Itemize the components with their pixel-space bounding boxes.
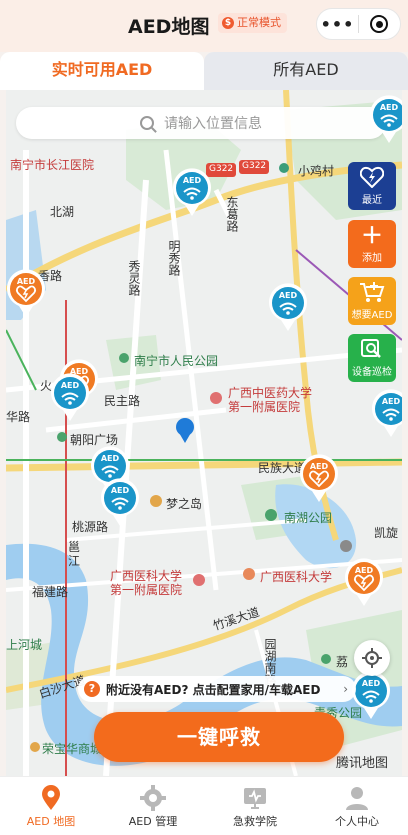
- miniprogram-capsule: •••: [316, 8, 401, 40]
- mode-icon: $: [222, 17, 234, 29]
- aed-marker-label: AED: [17, 277, 36, 286]
- heart-bolt-icon: [359, 166, 385, 191]
- gear-icon: [102, 783, 204, 813]
- academy-icon: [204, 783, 306, 813]
- aed-marker-label: AED: [61, 381, 80, 390]
- aed-marker-orange[interactable]: AED: [344, 557, 384, 607]
- map-label: 福建路: [32, 585, 69, 599]
- crosshair-icon: [362, 648, 382, 668]
- tab-bar: 实时可用AED 所有AED: [0, 52, 408, 90]
- highway-shield-label: G322: [209, 164, 234, 174]
- nav-item-aed-map[interactable]: AED 地图: [0, 783, 102, 829]
- highway-shield-label: G322: [242, 161, 267, 171]
- close-miniprogram-button[interactable]: [359, 15, 400, 33]
- map-label: 广西中医药大学 第一附属医院: [228, 386, 313, 414]
- bottom-nav: AED 地图 AED 管理 急救学院 个人中心: [0, 776, 408, 835]
- nav-label: AED 管理: [128, 815, 178, 828]
- map-label: 南宁市人民公园: [134, 354, 219, 368]
- aed-marker-orange[interactable]: AED: [6, 268, 46, 318]
- aed-marker-label: AED: [310, 462, 329, 471]
- search-icon: [140, 116, 154, 130]
- device-inspect-button[interactable]: 设备巡检: [348, 334, 396, 382]
- aed-marker-label: AED: [183, 176, 202, 185]
- map-label: 广西医科大学: [260, 570, 333, 584]
- tab-all-aed[interactable]: 所有AED: [204, 52, 408, 90]
- side-button-label: 添加: [362, 252, 382, 264]
- aed-marker-blue[interactable]: AED: [268, 282, 308, 332]
- map-label: 邕 江: [68, 540, 81, 568]
- map-label: 民主路: [104, 394, 141, 408]
- map-label: 北湖: [50, 205, 75, 219]
- nearest-aed-button[interactable]: 最近: [348, 162, 396, 210]
- map-label: 凯旋: [374, 526, 399, 540]
- nav-item-profile[interactable]: 个人中心: [306, 783, 408, 829]
- aed-marker-label: AED: [279, 291, 298, 300]
- inspect-icon: [360, 338, 384, 363]
- emergency-call-button[interactable]: 一键呼救: [94, 712, 344, 762]
- map-label: 荔: [336, 655, 349, 669]
- map-label: 南宁市长江医院: [10, 158, 95, 172]
- map-label: 广西医科大学 第一附属医院: [110, 569, 183, 597]
- aed-marker-label: AED: [380, 103, 399, 112]
- locate-me-button[interactable]: [354, 640, 390, 676]
- location-search-input[interactable]: 请输入位置信息: [16, 107, 386, 139]
- aed-marker-label: AED: [101, 454, 120, 463]
- aed-marker-label: AED: [355, 566, 374, 575]
- search-placeholder: 请输入位置信息: [164, 116, 262, 132]
- configure-home-aed-banner[interactable]: ? 附近没有AED? 点击配置家用/车载AED ›: [78, 676, 356, 702]
- map-label: 小鸡村: [298, 164, 335, 178]
- target-icon: [370, 15, 389, 33]
- cart-icon: [359, 281, 385, 306]
- aed-marker-label: AED: [382, 397, 401, 406]
- plus-icon: ＋: [360, 223, 383, 249]
- map-label: 东葛路: [225, 196, 239, 232]
- aed-marker-label: AED: [111, 486, 130, 495]
- page-title: AED地图: [128, 16, 210, 38]
- map-view[interactable]: 南宁市长江医院 小鸡村 G322 G322 北湖 东葛路 明秀路 秀灵路 香 路…: [6, 90, 402, 776]
- aed-marker-blue[interactable]: AED: [50, 372, 90, 422]
- map-label: 梦之岛: [166, 497, 203, 511]
- nav-label: 急救学院: [233, 815, 277, 828]
- more-menu-button[interactable]: •••: [317, 15, 358, 34]
- nav-label: AED 地图: [26, 815, 76, 828]
- map-label: 南湖公园: [284, 511, 333, 525]
- nav-label: 个人中心: [335, 815, 379, 828]
- map-label: 秀灵路: [127, 260, 141, 296]
- map-label: 路: [50, 269, 63, 283]
- map-label: 华路: [6, 410, 31, 424]
- tab-realtime-aed[interactable]: 实时可用AED: [0, 52, 204, 90]
- map-label: 上河城: [6, 638, 43, 652]
- nav-item-aed-manage[interactable]: AED 管理: [102, 783, 204, 829]
- add-aed-button[interactable]: ＋ 添加: [348, 220, 396, 268]
- side-button-label: 想要AED: [351, 310, 393, 321]
- aed-marker-orange[interactable]: AED: [299, 453, 339, 503]
- map-pin-icon: [0, 783, 102, 813]
- aed-marker-blue[interactable]: AED: [351, 670, 391, 720]
- aed-marker-blue[interactable]: AED: [100, 477, 140, 527]
- side-button-label: 最近: [362, 195, 382, 206]
- header: AED地图 $ 正常模式 •••: [0, 0, 408, 52]
- nav-item-academy[interactable]: 急救学院: [204, 783, 306, 829]
- person-icon: [306, 783, 408, 813]
- side-button-label: 设备巡检: [352, 367, 392, 378]
- want-aed-button[interactable]: 想要AED: [348, 277, 396, 325]
- map-label: 明秀路: [167, 240, 181, 276]
- map-label: 荣宝华商城: [42, 742, 103, 756]
- aed-marker-blue[interactable]: AED: [369, 94, 402, 144]
- chevron-right-icon: ›: [343, 682, 348, 696]
- map-attribution: 腾讯地图: [336, 756, 389, 771]
- banner-text: 附近没有AED? 点击配置家用/车载AED: [106, 682, 321, 697]
- aed-marker-label: AED: [362, 679, 381, 688]
- mode-label: 正常模式: [237, 16, 281, 29]
- question-icon: ?: [84, 681, 100, 697]
- aed-marker-blue[interactable]: AED: [172, 167, 212, 217]
- mode-badge[interactable]: $ 正常模式: [218, 13, 287, 33]
- aed-marker-blue[interactable]: AED: [371, 388, 402, 438]
